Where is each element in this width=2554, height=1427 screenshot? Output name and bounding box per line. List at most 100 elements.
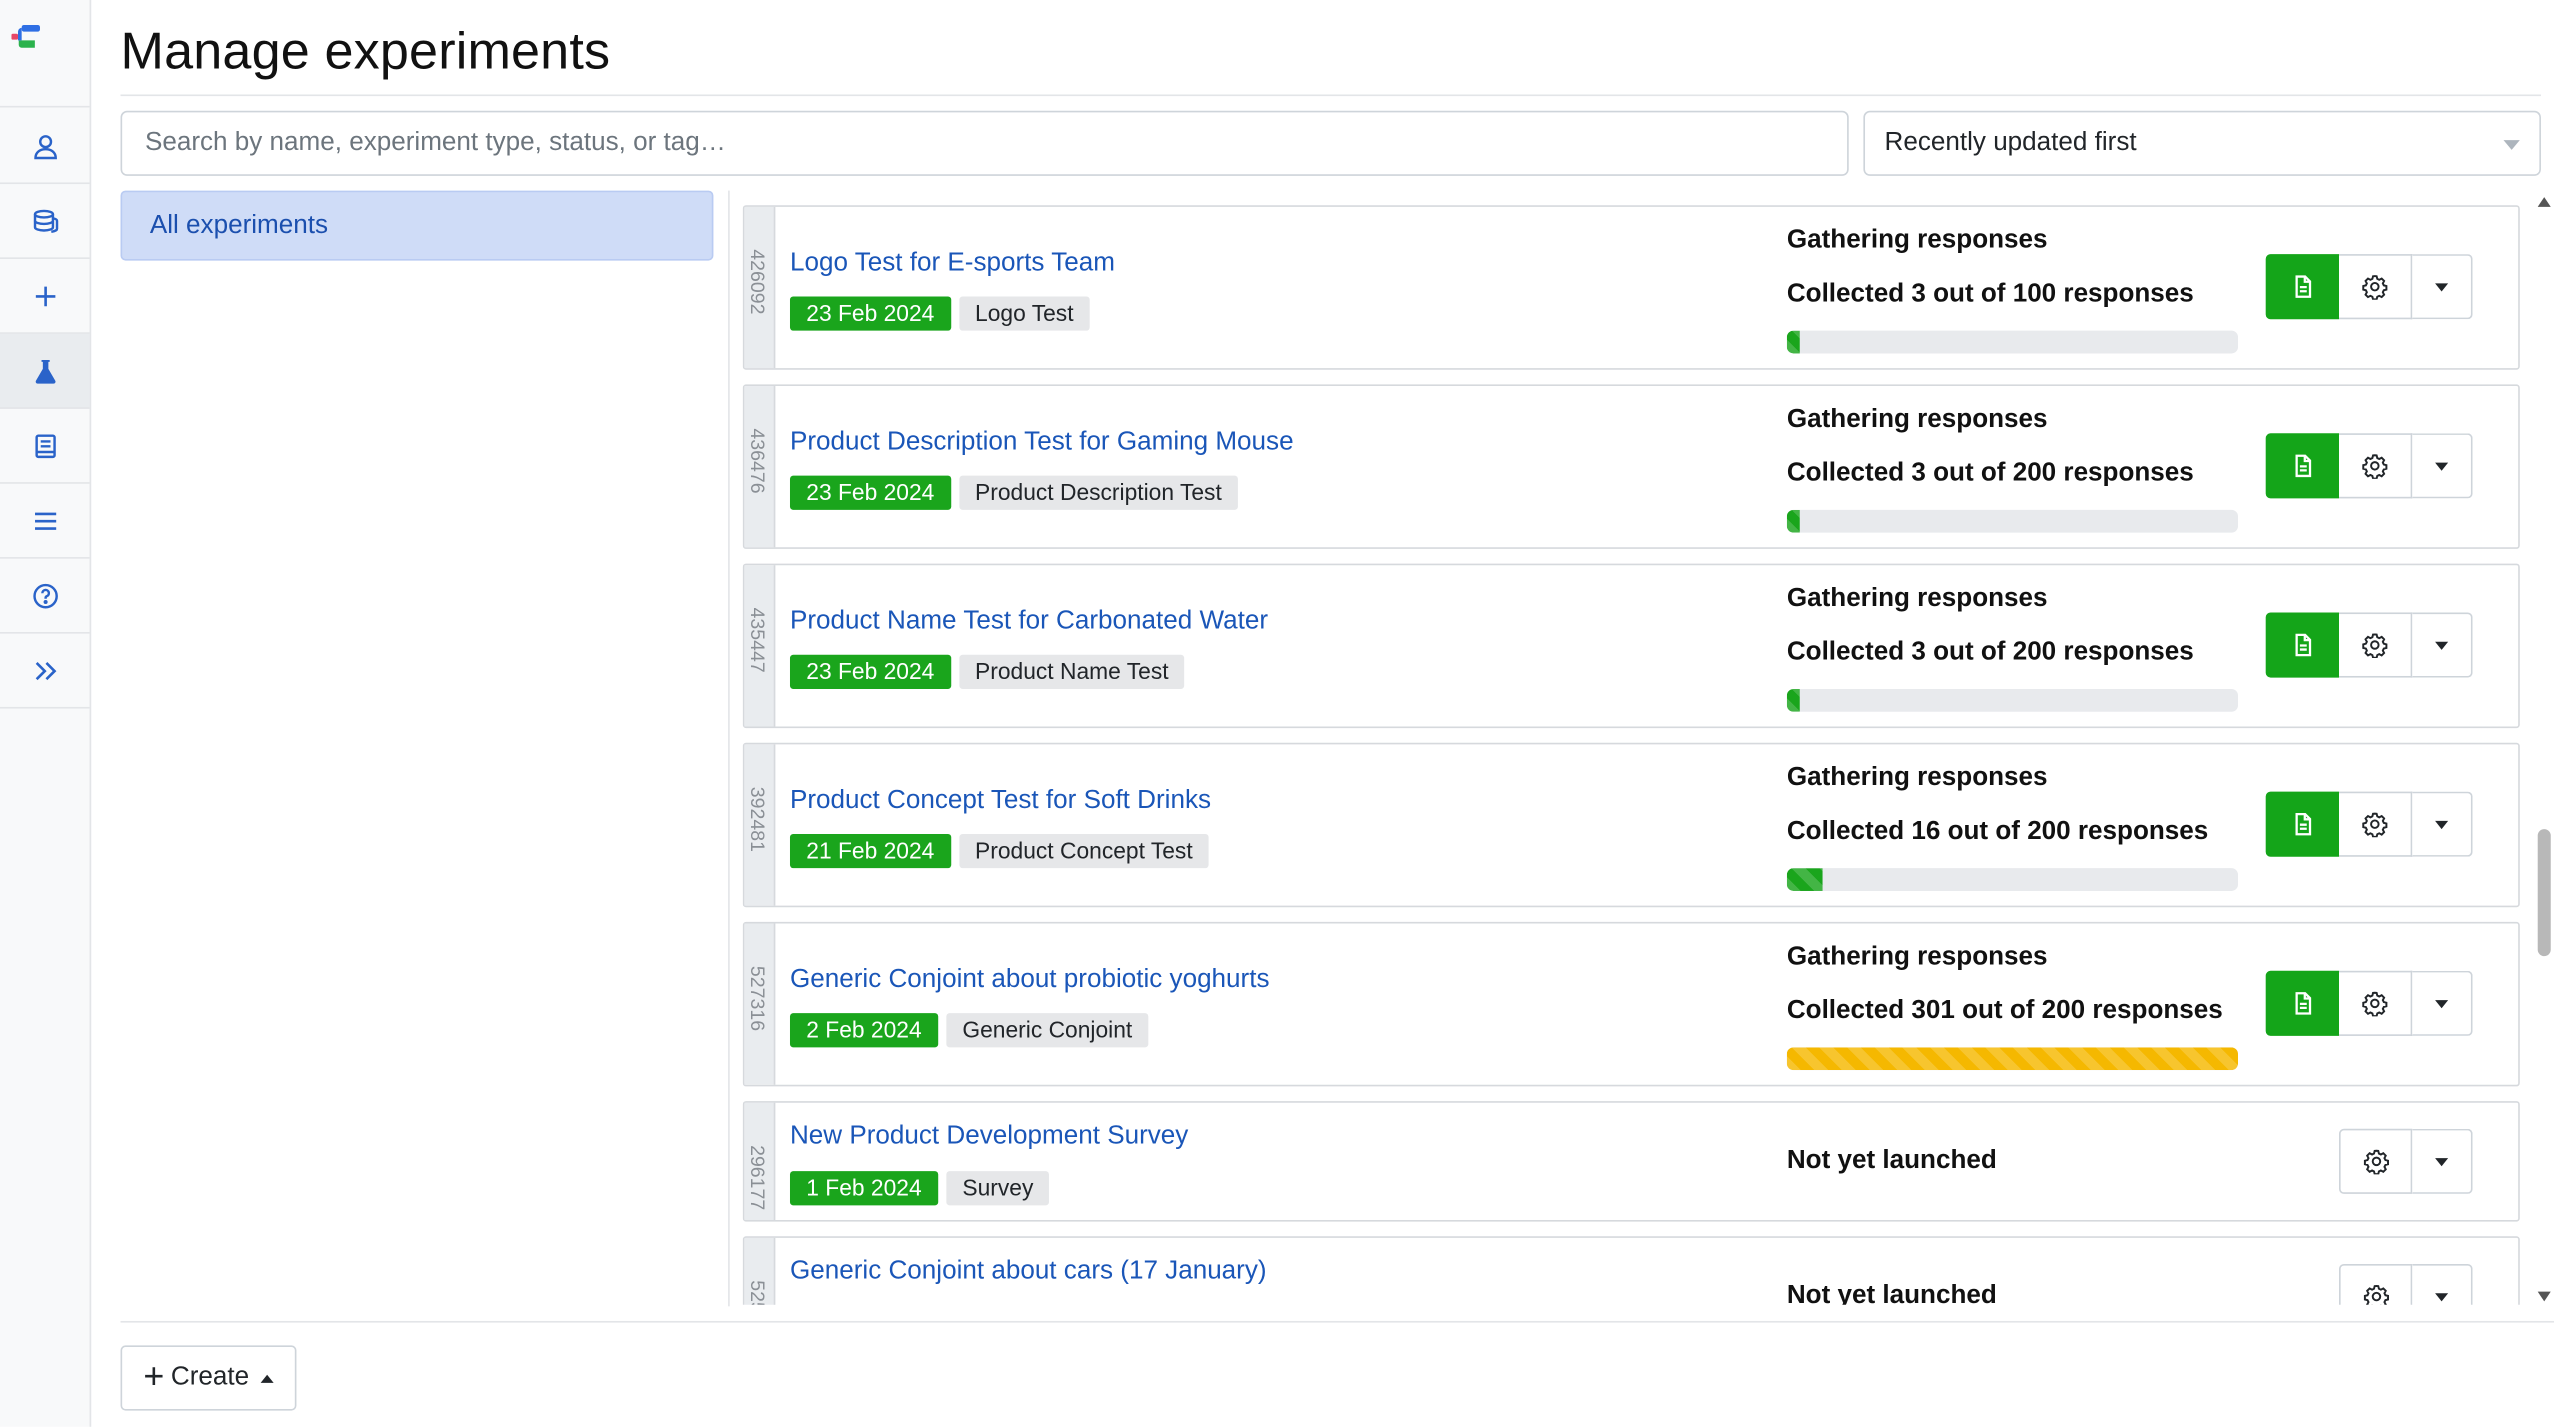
report-button[interactable] (2265, 791, 2339, 857)
document-icon (2289, 632, 2315, 658)
settings-button[interactable] (2338, 791, 2413, 857)
progress-fill (1786, 868, 1823, 891)
experiment-tags: 2 Feb 2024 Generic Conjoint (789, 1013, 1149, 1048)
rail-menu[interactable] (0, 484, 90, 559)
experiment-title-link[interactable]: Generic Conjoint about probiotic yoghurt… (790, 966, 1270, 995)
experiment-id-bar: 296177 (744, 1102, 776, 1220)
experiment-card: 435447 Product Name Test for Carbonated W… (742, 563, 2520, 729)
flask-icon (34, 359, 55, 383)
gear-icon (2362, 453, 2388, 479)
experiment-title-link[interactable]: Product Name Test for Carbonated Water (790, 608, 1268, 637)
type-badge[interactable]: Product Concept Test (958, 833, 1209, 869)
scroll-down-arrow-icon[interactable] (2537, 1291, 2551, 1302)
caret-down-icon (2435, 1157, 2449, 1166)
user-icon (33, 134, 57, 159)
rail-help[interactable] (0, 559, 90, 634)
list-divider (728, 190, 730, 1307)
more-actions-dropdown[interactable] (2412, 612, 2473, 678)
more-actions-dropdown[interactable] (2412, 1263, 2473, 1305)
expand-icon (34, 661, 56, 680)
settings-button[interactable] (2338, 433, 2413, 499)
date-badge: 1 Feb 2024 (789, 1171, 938, 1206)
experiment-actions (2265, 612, 2473, 678)
plus-icon (35, 285, 55, 306)
title-divider (120, 94, 2541, 97)
rail-expand[interactable] (0, 634, 90, 709)
folder-label: All experiments (149, 210, 329, 239)
progress-bar (1786, 330, 2239, 354)
type-badge[interactable]: Product Description Test (958, 475, 1239, 510)
progress-bar (1786, 688, 2239, 712)
rail-profile[interactable] (0, 109, 90, 185)
app-logo[interactable] (0, 0, 90, 108)
caret-down-icon (2435, 999, 2449, 1008)
progress-fill (1786, 688, 1801, 712)
experiment-id: 435447 (746, 607, 769, 673)
rail-data[interactable] (0, 184, 90, 259)
settings-button[interactable] (2338, 1128, 2413, 1194)
experiment-card: 436476 Product Description Test for Gamin… (742, 384, 2520, 549)
create-label: Create (170, 1363, 250, 1392)
more-actions-dropdown[interactable] (2412, 1128, 2473, 1194)
type-badge[interactable]: Generic Conjoint (946, 1013, 1149, 1048)
experiment-id: 426092 (746, 249, 769, 315)
create-button[interactable]: + Create (120, 1345, 297, 1411)
experiment-card: 392481 Product Concept Test for Soft Drin… (742, 742, 2520, 908)
experiment-list: 426092 Logo Test for E-sports Team 23 Feb… (742, 192, 2531, 1305)
type-badge[interactable]: Logo Test (958, 296, 1090, 331)
experiment-actions (2338, 1128, 2473, 1194)
logo-icon (11, 25, 40, 48)
settings-button[interactable] (2338, 970, 2413, 1036)
status-text: Not yet launched (1786, 1146, 1997, 1175)
report-button[interactable] (2265, 970, 2339, 1036)
experiment-tags: 23 Feb 2024 Product Description Test (789, 475, 1239, 510)
experiment-title-link[interactable]: Logo Test for E-sports Team (790, 249, 1115, 278)
sort-select[interactable]: Recently updated first (1863, 110, 2541, 176)
settings-button[interactable] (2338, 254, 2413, 320)
more-actions-dropdown[interactable] (2412, 433, 2473, 499)
progress-text: Collected 16 out of 200 responses (1786, 817, 2209, 846)
rail-experiments[interactable] (0, 333, 90, 409)
progress-text: Collected 301 out of 200 responses (1786, 996, 2223, 1025)
type-badge[interactable]: Survey (946, 1171, 1050, 1206)
report-button[interactable] (2265, 433, 2339, 499)
page-title: Manage experiments (120, 21, 611, 80)
experiment-card: 527316 Generic Conjoint about probiotic y… (742, 921, 2520, 1087)
search-input[interactable] (120, 110, 1849, 176)
scrollbar[interactable] (2534, 192, 2554, 1306)
status-text: Gathering responses (1786, 226, 2048, 255)
settings-button[interactable] (2338, 612, 2413, 678)
rail-library[interactable] (0, 409, 90, 484)
date-badge: 23 Feb 2024 (789, 654, 951, 689)
experiment-title-link[interactable]: Product Description Test for Gaming Mous… (790, 428, 1294, 457)
gear-icon (2362, 632, 2388, 659)
more-actions-dropdown[interactable] (2412, 791, 2473, 857)
scroll-up-arrow-icon[interactable] (2537, 197, 2551, 207)
experiment-id-bar: 392481 (744, 744, 776, 906)
experiment-title-link[interactable]: Generic Conjoint about cars (17 January) (790, 1257, 1267, 1286)
date-badge: 23 Feb 2024 (789, 296, 951, 331)
experiment-id: 436476 (746, 428, 769, 494)
type-badge[interactable]: Product Name Test (958, 654, 1185, 689)
rail-create[interactable] (0, 259, 90, 334)
date-badge: 23 Feb 2024 (789, 475, 951, 510)
date-badge: 2 Feb 2024 (789, 1013, 938, 1048)
gear-icon (2362, 274, 2388, 300)
experiment-title-link[interactable]: Product Concept Test for Soft Drinks (790, 787, 1211, 816)
experiment-actions (2265, 970, 2473, 1036)
scrollbar-thumb[interactable] (2537, 829, 2551, 957)
experiment-actions (2265, 791, 2473, 857)
document-icon (2289, 811, 2315, 837)
chevron-down-icon (2503, 140, 2520, 150)
settings-button[interactable] (2338, 1263, 2413, 1305)
status-text: Gathering responses (1786, 943, 2048, 971)
progress-fill (1786, 509, 1801, 533)
more-actions-dropdown[interactable] (2412, 970, 2473, 1036)
report-button[interactable] (2265, 612, 2339, 678)
experiment-title-link[interactable]: New Product Development Survey (790, 1122, 1188, 1151)
folder-all-experiments[interactable]: All experiments (120, 190, 714, 261)
report-button[interactable] (2265, 254, 2339, 320)
list-icon (34, 511, 56, 530)
document-icon (2289, 453, 2315, 479)
more-actions-dropdown[interactable] (2412, 254, 2473, 320)
